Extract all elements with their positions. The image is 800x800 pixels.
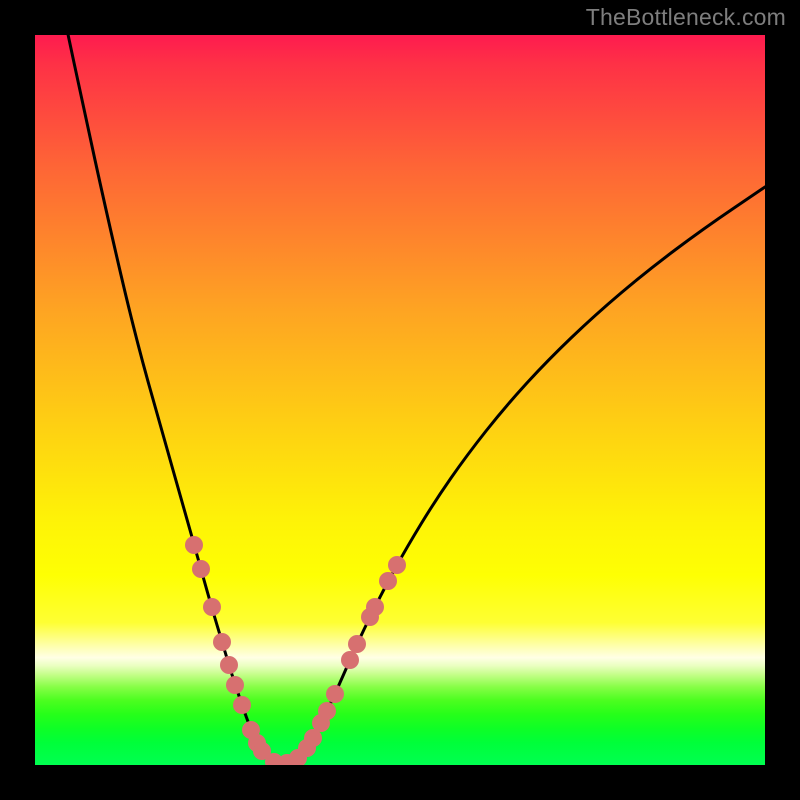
plot-area — [35, 35, 765, 765]
watermark-text: TheBottleneck.com — [586, 4, 786, 31]
chart-stage: TheBottleneck.com — [0, 0, 800, 800]
